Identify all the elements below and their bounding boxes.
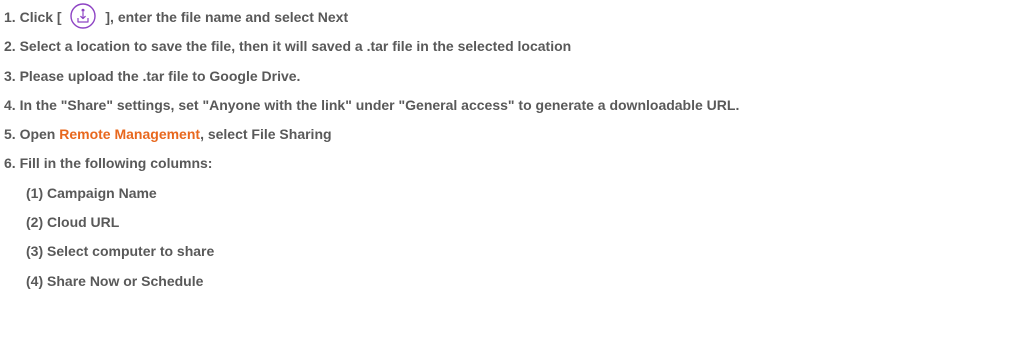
step-number: 4. xyxy=(4,96,16,113)
step-number: 3. xyxy=(4,67,16,84)
step-2: 2. Select a location to save the file, t… xyxy=(0,32,1025,61)
step-3: 3. Please upload the .tar file to Google… xyxy=(0,62,1025,91)
sub-step-2: (2) Cloud URL xyxy=(0,208,1025,237)
instruction-steps: 1. Click [ ], enter the file name and se… xyxy=(0,0,1025,296)
step-number: 2. xyxy=(4,38,16,55)
sub-step-3: (3) Select computer to share xyxy=(0,237,1025,266)
step-text: Fill in the following columns: xyxy=(19,155,213,172)
step-text-after: , select File Sharing xyxy=(200,126,332,143)
step-number: 6. xyxy=(4,155,16,172)
sub-step-number: (1) xyxy=(26,184,44,201)
step-6: 6. Fill in the following columns: xyxy=(0,149,1025,178)
export-icon xyxy=(69,2,97,30)
sub-step-text: Campaign Name xyxy=(47,184,157,201)
sub-step-text: Share Now or Schedule xyxy=(47,272,204,289)
sub-step-1: (1) Campaign Name xyxy=(0,179,1025,208)
step-text: Please upload the .tar file to Google Dr… xyxy=(19,67,301,84)
step-text: In the "Share" settings, set "Anyone wit… xyxy=(19,96,740,113)
sub-step-number: (4) xyxy=(26,272,44,289)
remote-management-link[interactable]: Remote Management xyxy=(59,126,200,142)
step-number: 1. xyxy=(4,9,16,25)
step-5: 5. Open Remote Management, select File S… xyxy=(0,120,1025,149)
step-number: 5. xyxy=(4,126,16,143)
sub-step-text: Cloud URL xyxy=(47,214,120,231)
sub-step-text: Select computer to share xyxy=(47,243,215,260)
sub-step-number: (3) xyxy=(26,243,44,260)
sub-step-number: (2) xyxy=(26,214,44,231)
step-1: 1. Click [ ], enter the file name and se… xyxy=(0,3,1025,32)
step-4: 4. In the "Share" settings, set "Anyone … xyxy=(0,91,1025,120)
step-text-after: ], enter the file name and select Next xyxy=(105,9,349,25)
step-text-before: Open xyxy=(19,126,56,143)
step-text-before: Click [ xyxy=(19,9,62,25)
step-text: Select a location to save the file, then… xyxy=(19,38,572,55)
sub-step-4: (4) Share Now or Schedule xyxy=(0,267,1025,296)
